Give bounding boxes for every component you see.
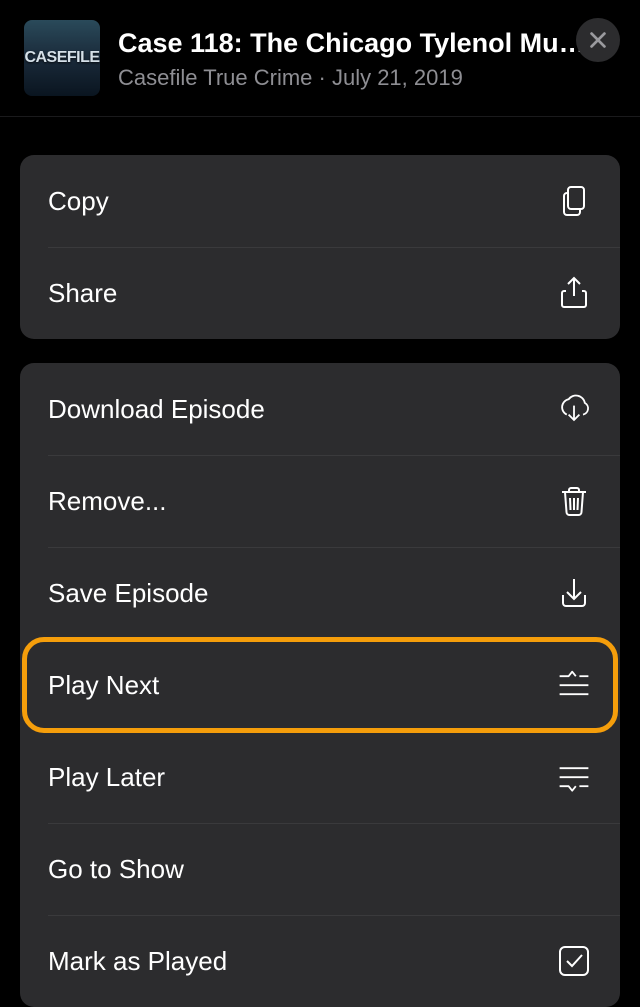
podcast-name: Casefile True Crime: [118, 65, 312, 90]
download-cloud-icon: [556, 391, 592, 427]
checkbox-icon: [556, 943, 592, 979]
menu-item-label: Share: [48, 278, 117, 309]
copy-doc-icon: [556, 183, 592, 219]
play-next-icon: [556, 667, 592, 703]
menu-group-1: Copy Share: [20, 155, 620, 339]
menu-sections: Copy Share Download Episode: [0, 117, 640, 1007]
episode-date: July 21, 2019: [332, 65, 463, 90]
menu-item-label: Copy: [48, 186, 109, 217]
play-later-button[interactable]: Play Later: [20, 731, 620, 823]
menu-item-label: Play Later: [48, 762, 165, 793]
menu-item-label: Mark as Played: [48, 946, 227, 977]
go-to-show-button[interactable]: Go to Show: [20, 823, 620, 915]
share-button[interactable]: Share: [20, 247, 620, 339]
header-text: Case 118: The Chicago Tylenol Mur... Cas…: [118, 25, 620, 91]
menu-item-label: Play Next: [48, 670, 159, 701]
trash-icon: [556, 483, 592, 519]
copy-button[interactable]: Copy: [20, 155, 620, 247]
play-next-button[interactable]: Play Next: [20, 639, 620, 731]
close-button[interactable]: [576, 18, 620, 62]
close-icon: [587, 29, 609, 51]
episode-subtitle: Casefile True Crime · July 21, 2019: [118, 65, 620, 91]
download-button[interactable]: Download Episode: [20, 363, 620, 455]
episode-title: Case 118: The Chicago Tylenol Mur...: [118, 27, 588, 59]
menu-item-label: Go to Show: [48, 854, 184, 885]
empty-icon: [556, 851, 592, 887]
menu-group-2: Download Episode Remove...: [20, 363, 620, 1007]
remove-button[interactable]: Remove...: [20, 455, 620, 547]
podcast-artwork: CASEFILE: [24, 20, 100, 96]
play-later-icon: [556, 759, 592, 795]
mark-played-button[interactable]: Mark as Played: [20, 915, 620, 1007]
menu-item-label: Download Episode: [48, 394, 265, 425]
menu-item-label: Remove...: [48, 486, 167, 517]
episode-header: CASEFILE Case 118: The Chicago Tylenol M…: [0, 0, 640, 116]
play-next-highlight: Play Next: [20, 639, 620, 731]
menu-item-label: Save Episode: [48, 578, 208, 609]
save-icon: [556, 575, 592, 611]
share-icon: [556, 275, 592, 311]
save-button[interactable]: Save Episode: [20, 547, 620, 639]
